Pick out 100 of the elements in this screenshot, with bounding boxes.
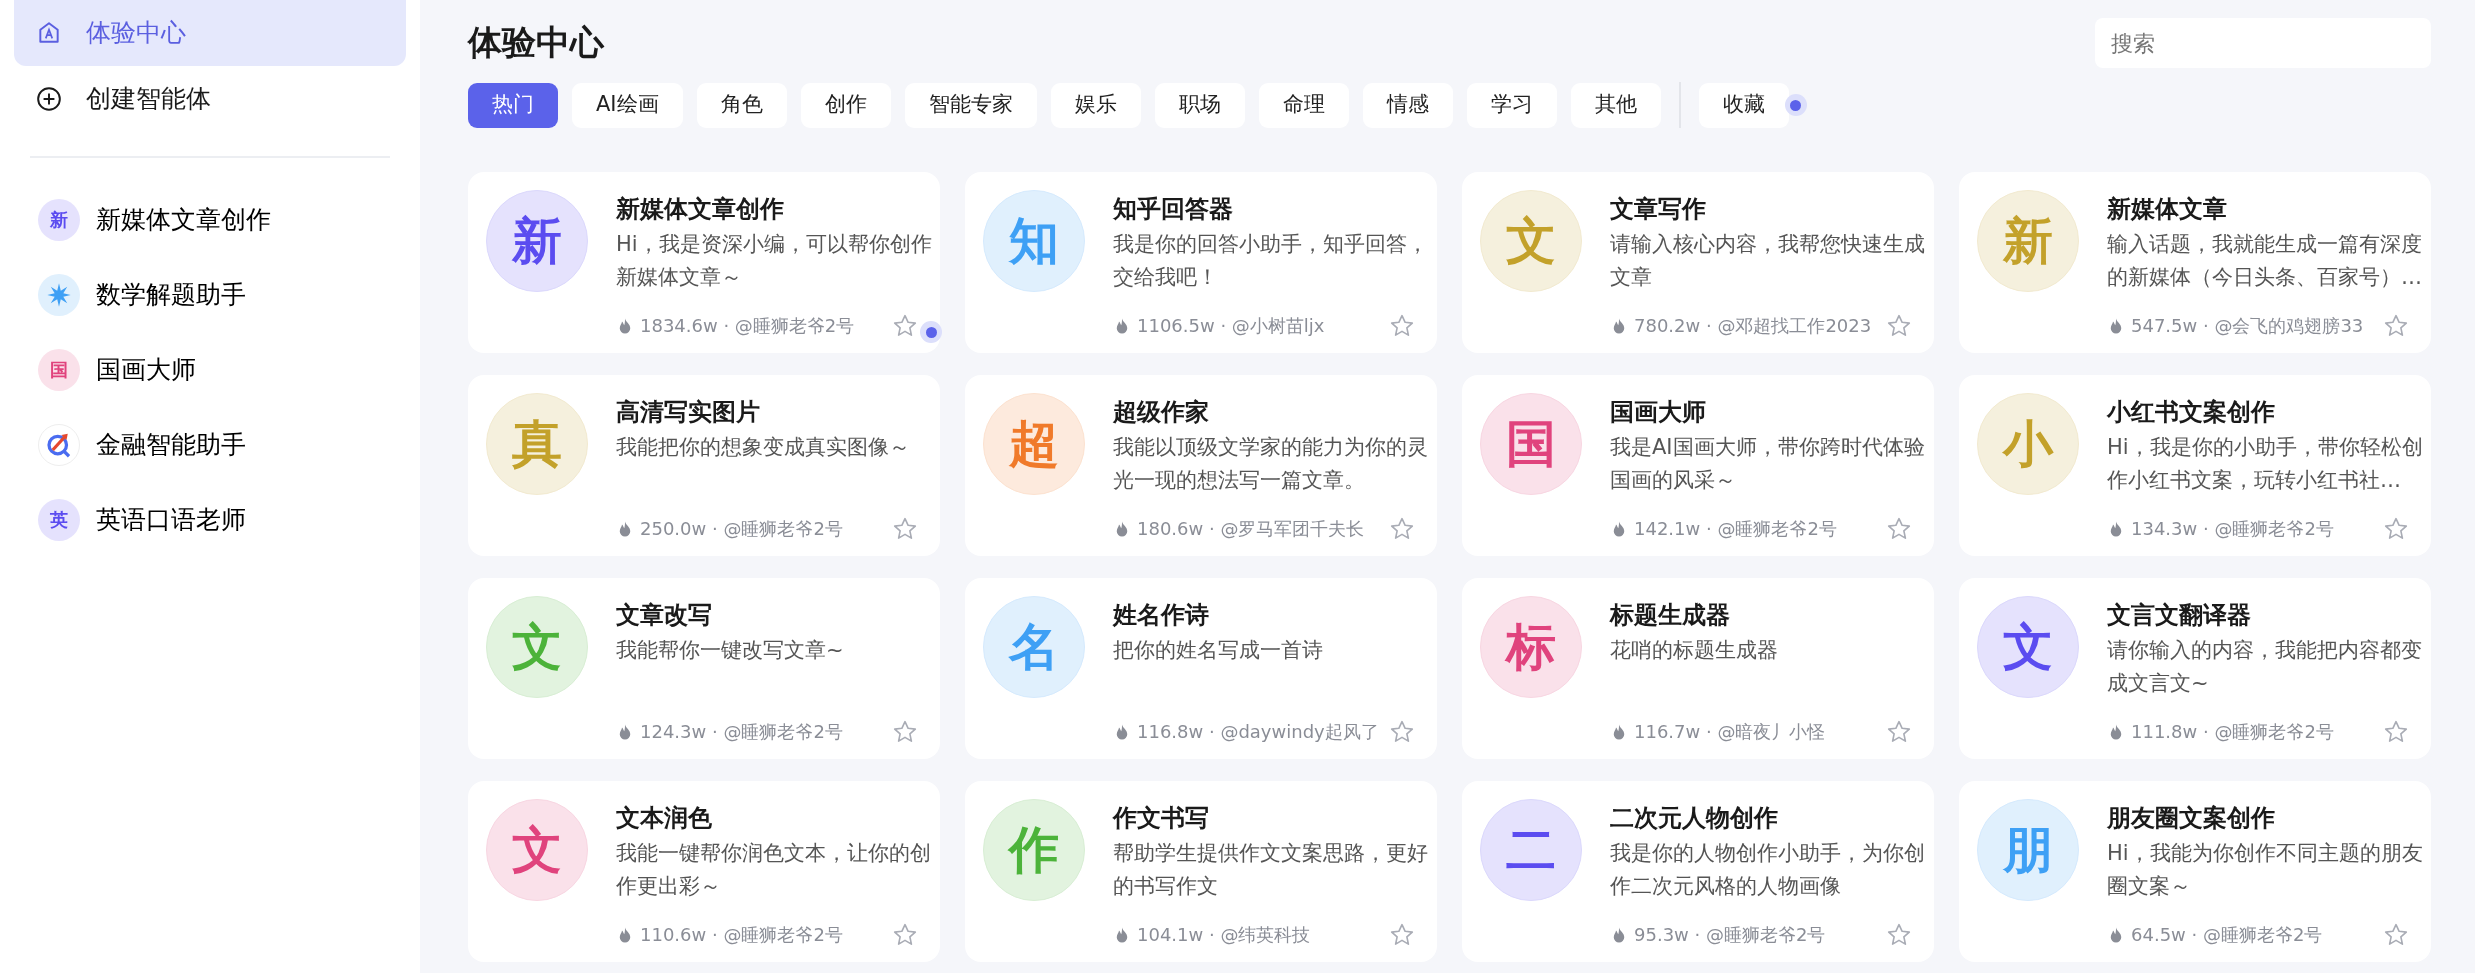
agent-card[interactable]: 国 国画大师 我是AI国画大师，带你跨时代体验国画的风采～ 142.1w · @睡狮老爷2号 <box>1462 375 1934 556</box>
agent-description: 输入话题，我就能生成一篇有深度的新媒体（今日头条、百家号）… <box>2107 231 2423 291</box>
star-icon[interactable] <box>1389 515 1415 542</box>
agent-title: 作文书写 <box>1113 803 1210 834</box>
agent-card[interactable]: 名 姓名作诗 把你的姓名写成一首诗 116.8w · @daywindy起风了 <box>965 578 1437 759</box>
agent-meta: 124.3w · @睡狮老爷2号 <box>640 720 843 744</box>
star-icon[interactable] <box>892 921 918 948</box>
star-icon[interactable] <box>1886 921 1912 948</box>
category-tab[interactable]: 热门 <box>468 82 558 128</box>
category-tab[interactable]: 角色 <box>696 82 787 128</box>
category-tab[interactable]: 命理 <box>1258 82 1349 128</box>
agent-description: Hi，我能为你创作不同主题的朋友圈文案～ <box>2107 840 2424 900</box>
dot-icon <box>920 321 942 343</box>
agent-avatar: 作 <box>983 799 1085 901</box>
sidebar-nav-item[interactable]: 创建智能体 <box>14 66 406 132</box>
agent-description: 我是你的回答小助手，知乎回答，交给我吧！ <box>1113 231 1429 291</box>
recent-agent-item[interactable]: 新 新媒体文章创作 <box>14 182 406 257</box>
agent-description: 我能以顶级文学家的能力为你的灵光一现的想法写一篇文章。 <box>1113 434 1429 494</box>
search-field[interactable]: 搜索 <box>2095 18 2431 68</box>
category-tab[interactable]: AI绘画 <box>572 82 683 128</box>
star-icon[interactable] <box>2383 312 2409 339</box>
agent-card[interactable]: 文 文言文翻译器 请你输入的内容，我能把内容都变成文言文~ 111.8w · @睡狮老爷2号 <box>1959 578 2431 759</box>
star-icon[interactable] <box>1886 718 1912 745</box>
agent-meta: 110.6w · @睡狮老爷2号 <box>640 923 843 947</box>
star-icon[interactable] <box>892 312 918 339</box>
agent-avatar: 国 <box>38 348 80 391</box>
agent-avatar: 新 <box>38 198 80 241</box>
category-tab[interactable]: 情感 <box>1362 82 1453 128</box>
agent-description: 我能把你的想象变成真实图像～ <box>616 434 911 462</box>
recent-agent-item[interactable]: 国 国画大师 <box>14 332 406 407</box>
agent-description: Hi，我是你的小助手，带你轻松创作小红书文案，玩转小红书社… <box>2107 434 2424 494</box>
agent-avatar: 文 <box>1480 190 1582 292</box>
recent-agent-item[interactable]: 英 英语口语老师 <box>14 482 406 557</box>
star-icon[interactable] <box>1886 515 1912 542</box>
agent-title: 姓名作诗 <box>1113 600 1210 631</box>
star-icon[interactable] <box>892 515 918 542</box>
category-tab[interactable]: 其他 <box>1570 82 1661 128</box>
page-title: 体验中心 <box>468 22 604 63</box>
star-icon[interactable] <box>2383 515 2409 542</box>
star-icon[interactable] <box>1886 312 1912 339</box>
category-tab[interactable]: 娱乐 <box>1050 82 1141 128</box>
sidebar-nav-item[interactable]: 体验中心 <box>14 0 406 66</box>
category-tab[interactable]: 智能专家 <box>904 82 1037 128</box>
star-icon[interactable] <box>1389 312 1415 339</box>
agent-card[interactable]: 文 文章写作 请输入核心内容，我帮您快速生成文章 780.2w · @邓超找工作2023 <box>1462 172 1934 353</box>
agent-title: 超级作家 <box>1113 397 1210 428</box>
agent-card[interactable]: 作 作文书写 帮助学生提供作文文案思路，更好的书写作文 104.1w · @纬英科技 <box>965 781 1437 962</box>
agent-card[interactable]: 文 文本润色 我能一键帮你润色文本，让你的创作更出彩～ 110.6w · @睡狮老爷2号 <box>468 781 940 962</box>
agent-description: 我能帮你一键改写文章~ <box>616 637 845 665</box>
agent-title: 知乎回答器 <box>1113 194 1234 225</box>
agent-card[interactable]: 二 二次元人物创作 我是你的人物创作小助手，为你创作二次元风格的人物画像 95.3w · @睡狮老爷2号 <box>1462 781 1934 962</box>
agent-title: 标题生成器 <box>1610 600 1731 631</box>
agent-card[interactable]: 文 文章改写 我能帮你一键改写文章~ 124.3w · @睡狮老爷2号 <box>468 578 940 759</box>
agent-meta: 780.2w · @邓超找工作2023 <box>1634 314 1872 338</box>
agent-avatar: 新 <box>486 190 588 292</box>
agent-avatar: 文 <box>486 596 588 698</box>
star-icon[interactable] <box>1389 921 1415 948</box>
agent-card[interactable]: 新 新媒体文章创作 Hi，我是资深小编，可以帮你创作新媒体文章～ 1834.6w · @睡狮老爷2号 <box>468 172 940 353</box>
category-tab[interactable]: 学习 <box>1466 82 1557 128</box>
agent-title: 小红书文案创作 <box>2107 397 2276 428</box>
agent-card[interactable]: 小 小红书文案创作 Hi，我是你的小助手，带你轻松创作小红书文案，玩转小红书社… 134.3w · @睡狮老爷2号 <box>1959 375 2431 556</box>
favorites-tab[interactable]: 收藏 <box>1698 82 1789 128</box>
category-tab[interactable]: 创作 <box>800 82 891 128</box>
star-icon[interactable] <box>2383 921 2409 948</box>
agent-meta: 142.1w · @睡狮老爷2号 <box>1634 517 1837 541</box>
category-tab[interactable]: 职场 <box>1154 82 1245 128</box>
agent-avatar: 小 <box>1977 393 2079 495</box>
agent-card[interactable]: 标 标题生成器 花哨的标题生成器 116.7w · @暗夜丿小怪 <box>1462 578 1934 759</box>
agent-title: 文本润色 <box>616 803 713 834</box>
agent-title: 文章改写 <box>616 600 713 631</box>
agent-card[interactable]: 新 新媒体文章 输入话题，我就能生成一篇有深度的新媒体（今日头条、百家号）… 547.5w · @会飞的鸡翅膀33 <box>1959 172 2431 353</box>
agent-card[interactable]: 朋 朋友圈文案创作 Hi，我能为你创作不同主题的朋友圈文案～ 64.5w · @睡狮老爷2号 <box>1959 781 2431 962</box>
agent-avatar: 新 <box>1977 190 2079 292</box>
agent-description: 我是AI国画大师，带你跨时代体验国画的风采～ <box>1610 434 1926 494</box>
agent-avatar: 国 <box>1480 393 1582 495</box>
agent-title: 文言文翻译器 <box>2107 600 2252 631</box>
agent-description: 请输入核心内容，我帮您快速生成文章 <box>1610 231 1926 291</box>
agent-title: 二次元人物创作 <box>1610 803 1779 834</box>
agent-card[interactable]: 知 知乎回答器 我是你的回答小助手，知乎回答，交给我吧！ 1106.5w · @小树苗ljx <box>965 172 1437 353</box>
recent-agent-item[interactable]: 数学解题助手 <box>14 257 406 332</box>
agent-meta: 1834.6w · @睡狮老爷2号 <box>640 314 855 338</box>
recent-agent-item[interactable]: 金融智能助手 <box>14 407 406 482</box>
agent-meta: 64.5w · @睡狮老爷2号 <box>2131 923 2323 947</box>
agent-description: 我是你的人物创作小助手，为你创作二次元风格的人物画像 <box>1610 840 1926 900</box>
agent-card[interactable]: 超 超级作家 我能以顶级文学家的能力为你的灵光一现的想法写一篇文章。 180.6w · @罗马军团千夫长 <box>965 375 1437 556</box>
agent-title: 文章写作 <box>1610 194 1707 225</box>
star-icon[interactable] <box>2383 718 2409 745</box>
agent-meta: 547.5w · @会飞的鸡翅膀33 <box>2131 314 2364 338</box>
agent-avatar: 二 <box>1480 799 1582 901</box>
agent-card[interactable]: 真 高清写实图片 我能把你的想象变成真实图像～ 250.0w · @睡狮老爷2号 <box>468 375 940 556</box>
agent-avatar: 超 <box>983 393 1085 495</box>
agent-description: 把你的姓名写成一首诗 <box>1113 637 1324 665</box>
agent-avatar: 真 <box>486 393 588 495</box>
agent-avatar: 文 <box>1977 596 2079 698</box>
agent-description: Hi，我是资深小编，可以帮你创作新媒体文章～ <box>616 231 933 291</box>
agent-meta: 95.3w · @睡狮老爷2号 <box>1634 923 1826 947</box>
agent-meta: 104.1w · @纬英科技 <box>1137 923 1311 947</box>
agent-description: 我能一键帮你润色文本，让你的创作更出彩～ <box>616 840 932 900</box>
star-icon[interactable] <box>892 718 918 745</box>
star-icon[interactable] <box>1389 718 1415 745</box>
